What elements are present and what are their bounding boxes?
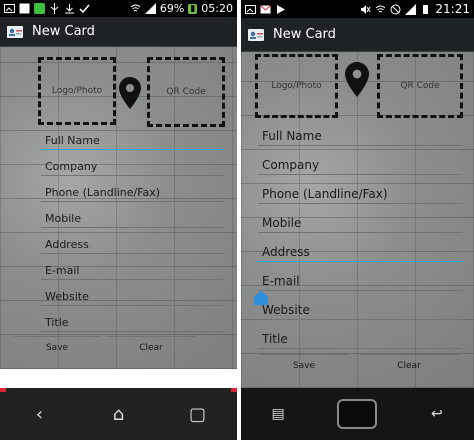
- phone-hint: Phone (Landline/Fax): [45, 186, 161, 199]
- card-form: Logo/Photo QR Code Full Name Company Pho…: [0, 47, 237, 369]
- mobile-hint: Mobile: [262, 216, 302, 230]
- navigation-bar: ▤ ↩: [241, 388, 474, 440]
- address-hint: Address: [262, 245, 310, 259]
- website-hint: Website: [45, 290, 89, 303]
- phone-field[interactable]: Phone (Landline/Fax): [41, 177, 224, 202]
- contact-card-icon[interactable]: [6, 23, 24, 41]
- page-title: New Card: [273, 27, 336, 42]
- logo-photo-box[interactable]: Logo/Photo: [255, 54, 338, 118]
- clock: 05:20: [201, 2, 233, 15]
- image-icon: [245, 4, 256, 14]
- notification-icons: [245, 4, 286, 15]
- gmail-icon: [260, 4, 271, 13]
- qr-code-label: QR Code: [166, 87, 206, 97]
- page-title: New Card: [32, 24, 95, 39]
- title-field[interactable]: Title: [41, 307, 224, 332]
- company-hint: Company: [262, 158, 320, 172]
- image-icon: [4, 4, 15, 13]
- mobile-hint: Mobile: [45, 212, 82, 225]
- website-field[interactable]: Website: [258, 292, 462, 320]
- address-hint: Address: [45, 238, 89, 251]
- card-form: Logo/Photo QR Code Full Name Company Pho…: [241, 52, 474, 388]
- status-bar: 69% ▮ 05:20: [0, 0, 237, 17]
- full-name-field[interactable]: Full Name: [41, 125, 224, 150]
- save-button[interactable]: Save: [14, 336, 100, 359]
- company-hint: Company: [45, 160, 98, 173]
- full-name-hint: Full Name: [45, 134, 100, 147]
- full-name-hint: Full Name: [262, 129, 322, 143]
- menu-icon[interactable]: ▤: [263, 406, 293, 422]
- mobile-field[interactable]: Mobile: [41, 203, 224, 228]
- device-edge: [231, 388, 237, 392]
- system-icons: 21:21: [360, 2, 470, 16]
- website-field[interactable]: Website: [41, 281, 224, 306]
- download-icon: [65, 4, 74, 14]
- location-pin-icon[interactable]: [345, 62, 369, 97]
- save-button[interactable]: Save: [259, 354, 349, 377]
- title-hint: Title: [45, 316, 69, 329]
- logo-photo-label: Logo/Photo: [271, 81, 322, 91]
- signal-icon: [144, 3, 156, 14]
- action-bar: New Card: [241, 18, 474, 52]
- home-icon[interactable]: ⌂: [104, 404, 134, 425]
- email-hint: E-mail: [45, 264, 80, 277]
- clear-button[interactable]: Clear: [359, 354, 459, 377]
- email-field[interactable]: E-mail: [41, 255, 224, 280]
- no-sim-icon: [390, 4, 401, 14]
- address-field[interactable]: Address: [41, 229, 224, 254]
- right-screen: 21:21 New Card Logo/Photo QR Code Full N…: [241, 0, 474, 440]
- email-hint: E-mail: [262, 274, 300, 288]
- gallery-icon: [19, 3, 30, 14]
- battery-percent: 69%: [159, 2, 185, 15]
- wifi-icon: [376, 5, 386, 12]
- battery-icon: ▮: [188, 3, 198, 14]
- company-field[interactable]: Company: [41, 151, 224, 176]
- check-icon: [79, 4, 90, 14]
- clear-label: Clear: [397, 361, 421, 371]
- save-label: Save: [292, 361, 316, 371]
- signal-icon: [405, 3, 417, 15]
- home-button[interactable]: [337, 399, 378, 429]
- title-hint: Title: [262, 332, 288, 346]
- logo-photo-label: Logo/Photo: [51, 86, 103, 96]
- save-label: Save: [45, 343, 69, 353]
- back-icon[interactable]: ‹: [25, 404, 55, 425]
- qr-code-label: QR Code: [400, 81, 440, 91]
- wifi-icon: [130, 4, 141, 12]
- device-edge: [0, 388, 6, 392]
- line-app-icon: [34, 3, 45, 14]
- full-name-field[interactable]: Full Name: [258, 118, 462, 146]
- clock: 21:21: [435, 2, 470, 16]
- location-pin-icon[interactable]: [119, 77, 141, 109]
- left-screen: 69% ▮ 05:20 New Card Logo/Photo QR Code …: [0, 0, 237, 440]
- usb-icon: [50, 3, 59, 14]
- phone-field[interactable]: Phone (Landline/Fax): [258, 176, 462, 204]
- action-bar: New Card: [0, 17, 237, 47]
- phone-hint: Phone (Landline/Fax): [262, 187, 388, 201]
- clear-button[interactable]: Clear: [106, 336, 196, 359]
- play-store-icon: [277, 4, 285, 14]
- title-field[interactable]: Title: [258, 321, 462, 349]
- recent-apps-icon[interactable]: ▢: [183, 404, 213, 425]
- mobile-field[interactable]: Mobile: [258, 205, 462, 233]
- notification-icons: [4, 3, 90, 14]
- qr-code-box[interactable]: QR Code: [377, 54, 463, 118]
- company-field[interactable]: Company: [258, 147, 462, 175]
- clear-label: Clear: [139, 343, 163, 353]
- mute-icon: [361, 4, 371, 14]
- address-field[interactable]: Address: [258, 234, 462, 262]
- qr-code-box[interactable]: QR Code: [147, 57, 225, 127]
- system-icons: 69% ▮ 05:20: [130, 2, 233, 15]
- website-hint: Website: [262, 303, 310, 317]
- battery-icon: [423, 4, 429, 14]
- back-icon[interactable]: ↩: [422, 406, 452, 422]
- email-field[interactable]: E-mail: [258, 263, 462, 291]
- status-bar: 21:21: [241, 0, 474, 18]
- logo-photo-box[interactable]: Logo/Photo: [38, 57, 116, 125]
- contact-card-icon[interactable]: [247, 26, 265, 44]
- navigation-bar: ‹ ⌂ ▢: [0, 384, 237, 440]
